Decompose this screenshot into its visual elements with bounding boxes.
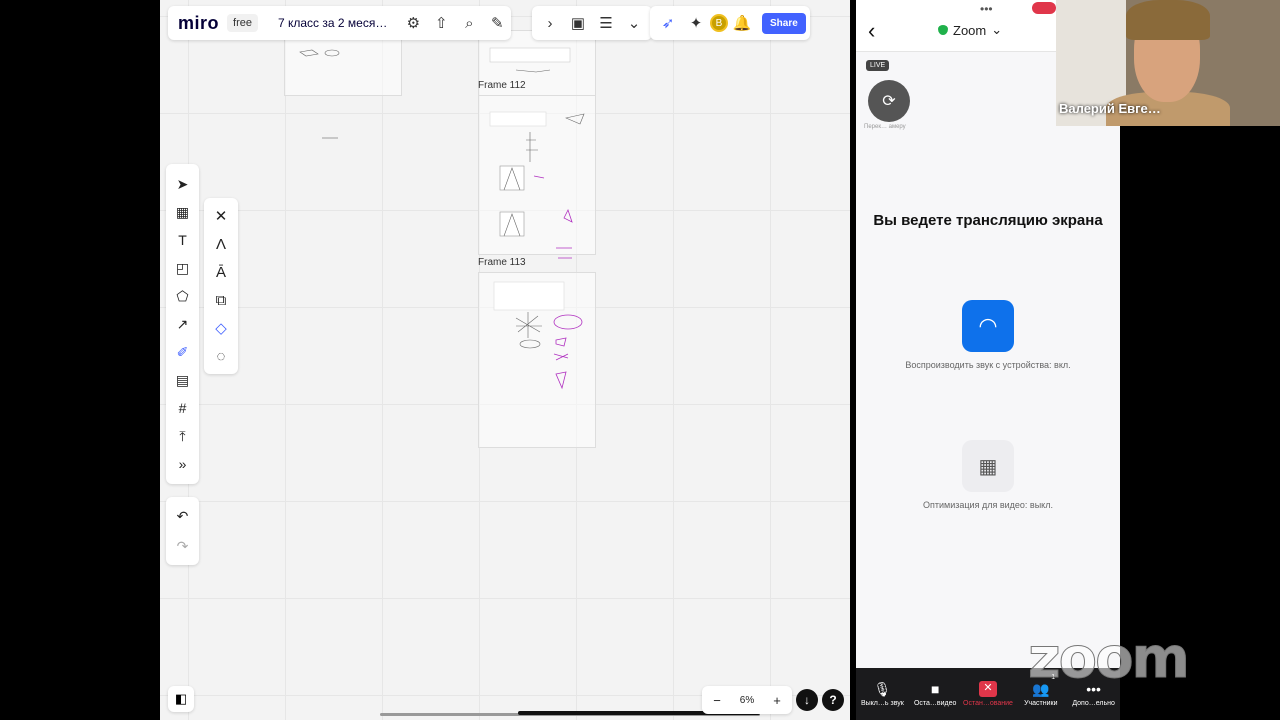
speaker-name: Валерий Евге…: [1059, 101, 1161, 116]
more-tools-icon[interactable]: »: [166, 450, 199, 478]
stop-share-button[interactable]: ✕ Остан…ование: [962, 668, 1015, 720]
celebrate-icon[interactable]: ✦: [682, 9, 710, 37]
smart-draw-icon[interactable]: ⧉: [204, 286, 238, 314]
help-button[interactable]: ?: [822, 689, 844, 711]
shapes-icon[interactable]: ⬠: [166, 282, 199, 310]
speaker-video[interactable]: Валерий Евге…: [1056, 0, 1280, 126]
miro-top-bar: miro free 7 класс за 2 меся… ⚙ ⇧ ⌕ ✎: [168, 6, 512, 40]
arrow-icon[interactable]: ↗: [166, 310, 199, 338]
film-icon[interactable]: ▦: [962, 440, 1014, 492]
close-icon[interactable]: ✕: [204, 202, 238, 230]
pen-icon[interactable]: ✐: [166, 338, 199, 366]
highlighter-icon[interactable]: Ā: [204, 258, 238, 286]
zoom-pill: − 6% +: [702, 686, 792, 714]
zoom-in-button[interactable]: +: [766, 693, 788, 708]
plan-badge[interactable]: free: [227, 14, 258, 32]
more-dots-icon[interactable]: •••: [980, 2, 993, 16]
select-icon[interactable]: ➤: [166, 170, 199, 198]
cursor-flag-icon[interactable]: ➶: [654, 9, 682, 37]
wifi-icon[interactable]: ◠: [962, 300, 1014, 352]
pen-fine-icon[interactable]: Λ: [204, 230, 238, 258]
collab-bar: › ▣ ☰ ⌄: [532, 6, 652, 40]
live-badge: LIVE: [866, 60, 890, 71]
zoom-title-text: Zoom: [953, 22, 987, 38]
audio-label: Воспроизводить звук с устройства: вкл.: [905, 360, 1071, 370]
magic-icon[interactable]: ✎: [483, 9, 511, 37]
recording-indicator: [1032, 2, 1056, 14]
upload-tool-icon[interactable]: ⤒: [166, 422, 199, 450]
search-icon[interactable]: ⌕: [455, 9, 483, 37]
stop-share-icon: ✕: [979, 681, 997, 697]
zoom-out-button[interactable]: −: [706, 693, 728, 708]
camera-switch-label: Перек… амеру: [864, 124, 906, 130]
presentation-icon[interactable]: ▣: [564, 9, 592, 37]
participants-label: Участники: [1024, 700, 1058, 707]
sidebar-toggle-icon[interactable]: ◧: [168, 686, 194, 712]
miro-logo[interactable]: miro: [178, 13, 219, 34]
text-icon[interactable]: T: [166, 226, 199, 254]
sticky-note-icon[interactable]: ◰: [166, 254, 199, 282]
pen-toolbar: ✕ Λ Ā ⧉ ◇ ◌: [204, 198, 238, 374]
microphone-icon: 🎙: [873, 681, 892, 697]
frame-icon[interactable]: #: [166, 394, 199, 422]
speaker-hair: [1126, 0, 1210, 40]
eraser-icon[interactable]: ◇: [204, 314, 238, 342]
board-title[interactable]: 7 класс за 2 меся…: [278, 16, 387, 30]
more-label: Допо…ельно: [1072, 700, 1115, 707]
back-icon[interactable]: ‹: [868, 18, 875, 44]
comment-icon[interactable]: ▤: [166, 366, 199, 394]
template-icon[interactable]: ▦: [166, 198, 199, 226]
mute-label: Выкл…ь звук: [860, 700, 904, 707]
left-toolbar: ➤ ▦ T ◰ ⬠ ↗ ✐ ▤ # ⤒ »: [166, 164, 199, 484]
mute-button[interactable]: 🎙 Выкл…ь звук: [856, 668, 909, 720]
share-button[interactable]: Share: [762, 12, 806, 34]
video-optimization-label: Оптимизация для видео: выкл.: [923, 500, 1053, 510]
chevron-right-icon[interactable]: ›: [536, 9, 564, 37]
chevron-down-icon: ⌄: [991, 22, 1003, 37]
undo-icon[interactable]: ↶: [166, 501, 199, 531]
screen-share-heading: Вы ведете трансляцию экрана: [873, 212, 1103, 229]
chevron-down-icon[interactable]: ⌄: [620, 9, 648, 37]
camera-switch-icon[interactable]: ⟳: [868, 80, 910, 122]
undo-redo-bar: ↶ ↷: [166, 497, 199, 565]
stop-share-label: Остан…ование: [963, 700, 1013, 707]
notes-icon[interactable]: ☰: [592, 9, 620, 37]
download-icon[interactable]: ↓: [796, 689, 818, 711]
zoom-title[interactable]: Zoom ⌄: [938, 22, 1002, 38]
upload-icon[interactable]: ⇧: [427, 9, 455, 37]
zoom-level[interactable]: 6%: [730, 695, 764, 706]
shield-icon: [938, 25, 948, 35]
share-bar: ➶ ✦ В 🔔 Share: [650, 6, 810, 40]
board-sketches: [299, 47, 585, 390]
bell-icon[interactable]: 🔔: [728, 9, 756, 37]
stop-video-button[interactable]: ■ Оста…видео: [909, 668, 962, 720]
zoom-controls: − 6% + ↓ ?: [702, 686, 844, 714]
avatar[interactable]: В: [710, 14, 728, 32]
lasso-icon[interactable]: ◌: [204, 342, 238, 370]
settings-icon[interactable]: ⚙: [399, 9, 427, 37]
video-camera-icon: ■: [930, 681, 940, 697]
miro-board[interactable]: Frame 112 Frame 113 miro free 7 класс за…: [160, 0, 850, 720]
redo-icon[interactable]: ↷: [166, 531, 199, 561]
zoom-watermark: zoom: [1028, 626, 1191, 692]
stop-video-label: Оста…видео: [913, 700, 957, 707]
